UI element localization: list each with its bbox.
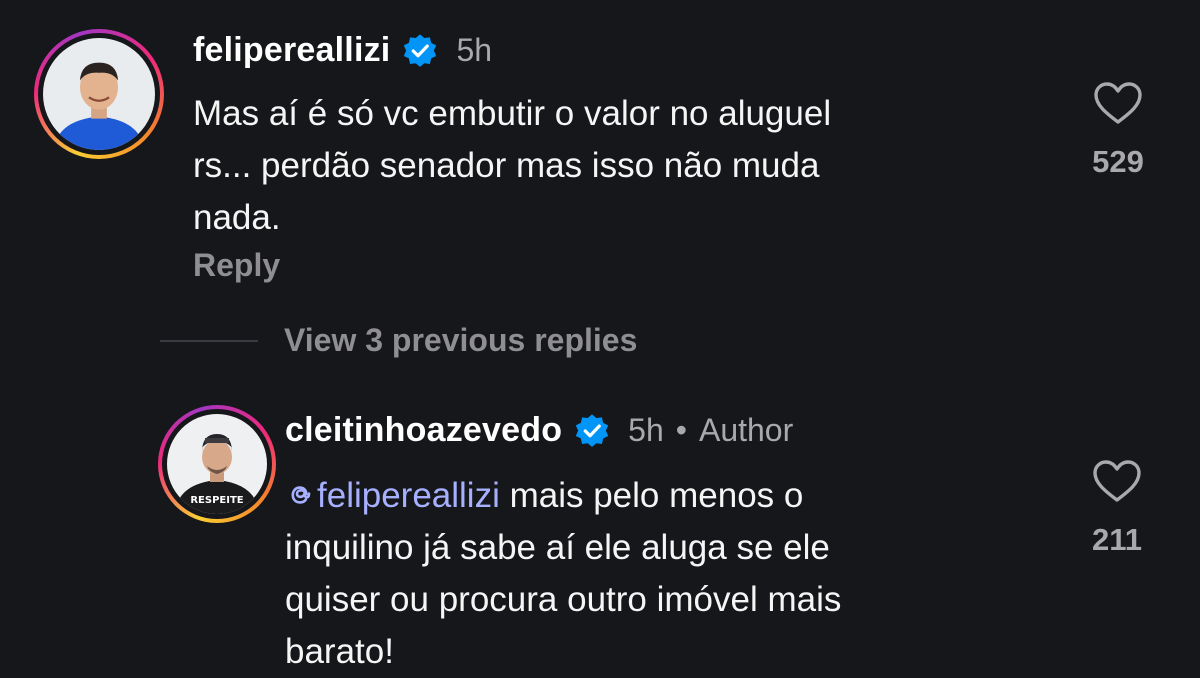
avatar-frame [38,33,160,155]
threads-at-icon [285,480,315,510]
username[interactable]: felipereallizi [193,31,390,70]
comment-text-line: nada. [193,198,281,237]
comment-text-line: inquilino já sabe aí ele aluga se ele [285,528,830,567]
like-count: 529 [1092,144,1144,179]
username[interactable]: cleitinhoazevedo [285,411,562,450]
avatar-frame: RESPEITE [162,409,272,519]
heart-icon[interactable] [1092,80,1144,126]
mention-link[interactable]: felipereallizi [285,476,500,515]
mention-username: felipereallizi [317,476,500,515]
comment-header: cleitinhoazevedo 5h • Author [285,411,793,450]
reply-button[interactable]: Reply [193,247,280,284]
avatar-ring[interactable]: RESPEITE [158,405,276,523]
comment-text-line: Mas aí é só vc embutir o valor no alugue… [193,94,832,133]
like-group: 529 [1073,80,1163,180]
comment-text-line: quiser ou procura outro imóvel mais [285,580,842,619]
avatar-ring[interactable] [34,29,164,159]
comment-text: felipereallizi mais pelo menos o inquili… [285,470,841,678]
comment-text-line: barato! [285,632,394,671]
like-group: 211 [1072,458,1162,558]
verified-badge-icon [574,413,610,449]
avatar-photo-cleitinho: RESPEITE [167,414,267,514]
heart-icon[interactable] [1091,458,1143,504]
divider-line [160,339,258,342]
separator-dot: • [675,412,687,448]
avatar-photo-felipe [43,38,155,150]
avatar-shirt-text: RESPEITE [190,495,243,506]
verified-badge-icon [402,33,438,69]
comment-text-fragment: mais pelo menos o [499,476,804,515]
comment-text-line: rs... perdão senador mas isso não muda [193,146,820,185]
view-previous-replies-button[interactable]: View 3 previous replies [284,322,637,359]
avatar[interactable] [43,38,155,150]
like-count: 211 [1091,522,1142,557]
comment-text: Mas aí é só vc embutir o valor no alugue… [193,88,831,244]
author-label: Author [698,412,794,448]
timestamp: 5h [628,412,664,448]
comment-text-line: felipereallizi mais pelo menos o [285,470,841,522]
comment-header: felipereallizi 5h [193,31,492,70]
avatar[interactable]: RESPEITE [167,414,267,514]
view-replies-row: View 3 previous replies [160,322,637,359]
timestamp: 5h [456,32,493,68]
